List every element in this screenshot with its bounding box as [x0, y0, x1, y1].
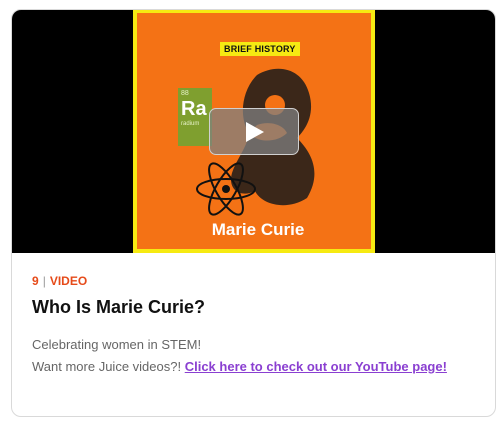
element-symbol: Ra: [181, 98, 207, 120]
description-line-1: Celebrating women in STEM!: [32, 337, 202, 352]
card-title: Who Is Marie Curie?: [32, 297, 206, 317]
history-badge: BRIEF HISTORY: [220, 42, 300, 56]
content-type: VIDEO: [49, 274, 88, 288]
play-icon: [246, 122, 264, 142]
content-number: 9: [32, 274, 39, 288]
youtube-link[interactable]: Click here to check out our YouTube page…: [185, 359, 447, 374]
element-tile: 88 Ra radium: [178, 88, 212, 146]
description-text: Want more Juice videos?!: [32, 359, 182, 374]
play-button[interactable]: [209, 108, 299, 155]
content-meta: 9 | VIDEO: [32, 274, 87, 288]
video-player[interactable]: BRIEF HISTORY 88 Ra radium Marie Curie: [12, 10, 495, 253]
element-number: 88: [181, 90, 189, 97]
atom-icon: [196, 162, 256, 216]
card-description: Celebrating women in STEM! Want more Jui…: [32, 334, 447, 378]
meta-separator: |: [42, 274, 46, 288]
thumbnail-title: Marie Curie: [211, 220, 305, 239]
video-card: BRIEF HISTORY 88 Ra radium Marie Curie 9…: [11, 9, 496, 417]
element-name: radium: [181, 121, 200, 127]
description-line-2: Want more Juice videos?! Click here to c…: [32, 356, 447, 378]
